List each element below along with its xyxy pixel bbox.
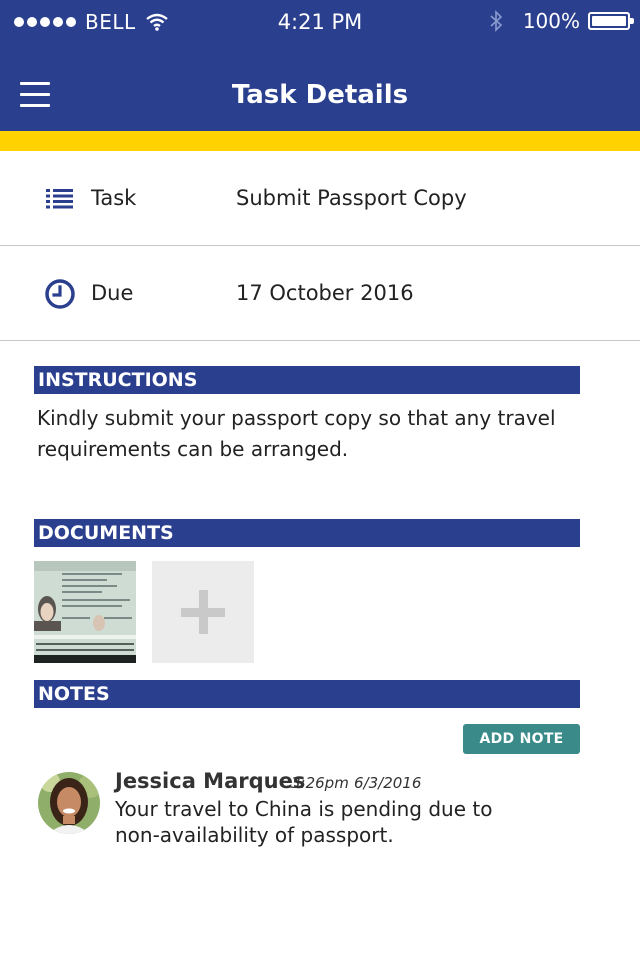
accent-stripe (0, 131, 640, 151)
task-value: Submit Passport Copy (236, 186, 467, 210)
bluetooth-icon (490, 10, 502, 32)
due-row: Due 17 October 2016 (0, 246, 640, 341)
status-bar: BELL 4:21 PM 100% (0, 0, 640, 44)
instructions-header: INSTRUCTIONS (34, 366, 580, 394)
plus-icon-vertical (199, 590, 208, 634)
documents-header: DOCUMENTS (34, 519, 580, 547)
battery-percentage: 100% (522, 9, 580, 33)
battery-icon (588, 12, 634, 30)
note-author: Jessica Marques (115, 769, 306, 793)
task-label: Task (91, 186, 137, 210)
due-label: Due (91, 281, 134, 305)
notes-header: NOTES (34, 680, 580, 708)
add-document-button[interactable] (152, 561, 254, 663)
instructions-text: Kindly submit your passport copy so that… (37, 406, 556, 461)
top-bar: BELL 4:21 PM 100% Task Details (0, 0, 640, 131)
note-time: 3:26pm (291, 774, 349, 792)
due-value: 17 October 2016 (236, 281, 414, 305)
passport-image (34, 561, 136, 663)
task-row: Task Submit Passport Copy (0, 151, 640, 246)
note-date: 6/3/2016 (354, 774, 422, 792)
avatar (38, 772, 100, 834)
note-text: Your travel to China is pending due to n… (115, 797, 493, 847)
page-title: Task Details (231, 80, 409, 110)
list-icon (46, 189, 73, 209)
passport-document-thumbnail[interactable] (34, 561, 136, 663)
navigation-bar: Task Details (0, 44, 640, 131)
clock-icon (45, 279, 75, 309)
add-note-button[interactable]: ADD NOTE (463, 724, 580, 754)
